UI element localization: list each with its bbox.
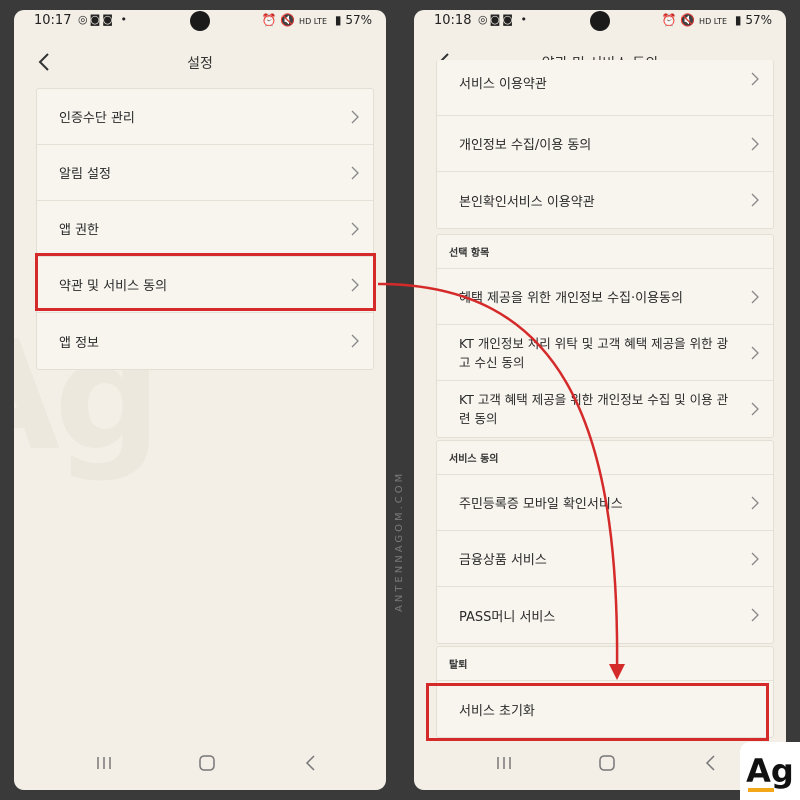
settings-item-terms[interactable]: 약관 및 서비스 동의 [37,257,373,313]
chevron-right-icon [751,608,759,622]
service-item-id-check[interactable]: 주민등록증 모바일 확인서비스 [437,475,773,531]
logo-underline [748,788,774,792]
recent-apps-icon[interactable] [96,756,112,770]
alarm-icon: ⏰ [661,13,677,27]
app-header: 설정 [14,40,386,86]
settings-item-permissions[interactable]: 앱 권한 [37,201,373,257]
optional-terms-card: 선택 항목 혜택 제공을 위한 개인정보 수집·이용동의 KT 개인정보 처리 … [436,234,774,438]
signal-icon: ▮ [334,13,342,27]
service-terms-card: 서비스 동의 주민등록증 모바일 확인서비스 금융상품 서비스 PASS머니 서… [436,440,774,644]
chevron-right-icon [751,72,759,85]
withdraw-card: 탈퇴 서비스 초기화 [436,646,774,738]
settings-item-auth[interactable]: 인증수단 관리 [37,89,373,145]
battery-level: 57% [745,13,772,27]
chevron-right-icon [751,402,759,416]
chevron-right-icon [751,496,759,509]
home-icon[interactable] [198,754,216,772]
settings-item-label: 약관 및 서비스 동의 [59,279,168,294]
terms-item-label: KT 고객 혜택 제공을 위한 개인정보 수집 및 이용 관련 동의 [459,392,729,426]
system-nav-bar [414,738,786,790]
reset-service-label: 서비스 초기화 [459,703,535,719]
camera-cutout [190,11,210,31]
service-item-pass-money[interactable]: PASS머니 서비스 [437,587,773,643]
settings-list: 인증수단 관리 알림 설정 앱 권한 약관 및 서비스 동의 앱 정보 [36,88,374,370]
chevron-right-icon [751,193,759,207]
terms-item-label: 본인확인서비스 이용약관 [459,194,595,210]
camera-cutout [590,11,610,31]
nav-back-icon[interactable] [304,754,316,772]
service-item-finance[interactable]: 금융상품 서비스 [437,531,773,587]
status-time: 10:17 [34,13,72,28]
terms-item-privacy[interactable]: 개인정보 수집/이용 동의 [437,116,773,172]
signal-icon: ▮ [734,13,742,27]
terms-item-label: KT 개인정보 처리 위탁 및 고객 혜택 제공을 위한 광고 수신 동의 [459,335,729,370]
terms-item-benefit-privacy[interactable]: 혜택 제공을 위한 개인정보 수집·이용동의 [437,269,773,325]
required-terms-card: 서비스 이용약관 개인정보 수집/이용 동의 본인확인서비스 이용약관 [436,60,774,229]
settings-item-label: 알림 설정 [59,167,111,182]
network-label: HD LTE [299,17,328,26]
alarm-icon: ⏰ [261,13,277,27]
chevron-right-icon [751,290,759,303]
nav-back-icon[interactable] [704,754,716,772]
system-nav-bar [14,738,386,790]
network-label: HD LTE [699,17,728,26]
chevron-right-icon [351,278,359,291]
status-bar: 10:17 ◎◙◙ • ⏰ 🔇 HD LTE ▮ 57% [14,10,386,32]
battery-level: 57% [345,13,372,27]
status-right: ⏰ 🔇 HD LTE ▮ 57% [661,13,772,27]
section-title: 선택 항목 [437,235,773,269]
status-time: 10:18 [434,13,472,28]
service-item-label: PASS머니 서비스 [459,609,556,625]
chevron-right-icon [751,552,759,565]
terms-item-label: 개인정보 수집/이용 동의 [459,138,592,153]
status-right: ⏰ 🔇 HD LTE ▮ 57% [261,13,372,27]
settings-item-notifications[interactable]: 알림 설정 [37,145,373,201]
settings-item-label: 인증수단 관리 [59,111,135,126]
terms-screen: 10:18 ◎◙◙ • ⏰ 🔇 HD LTE ▮ 57% 약관 및 서비스 동의… [414,10,786,790]
section-title: 탈퇴 [437,647,773,681]
chevron-right-icon [351,110,359,123]
terms-item-label: 혜택 제공을 위한 개인정보 수집·이용동의 [459,291,683,306]
mute-icon: 🔇 [680,13,696,27]
terms-item-identity[interactable]: 본인확인서비스 이용약관 [437,172,773,228]
service-item-label: 주민등록증 모바일 확인서비스 [459,497,623,512]
settings-item-app-info[interactable]: 앱 정보 [37,313,373,369]
status-bar: 10:18 ◎◙◙ • ⏰ 🔇 HD LTE ▮ 57% [414,10,786,32]
terms-item-kt-consignment[interactable]: KT 개인정보 처리 위탁 및 고객 혜택 제공을 위한 광고 수신 동의 [437,325,773,381]
chevron-right-icon [351,166,359,179]
ag-logo: Ag [740,742,800,800]
chevron-right-icon [351,222,359,235]
terms-item-service[interactable]: 서비스 이용약관 [437,60,773,116]
notification-icons: ◎◙◙ • [478,13,529,26]
reset-service-button[interactable]: 서비스 초기화 [437,681,773,737]
chevron-right-icon [351,334,359,348]
page-title: 설정 [187,56,213,72]
logo-text: Ag [746,752,794,790]
recent-apps-icon[interactable] [496,756,512,770]
settings-screen: Ag 10:17 ◎◙◙ • ⏰ 🔇 HD LTE ▮ 57% 설정 인증수단 … [14,10,386,790]
terms-item-kt-benefit[interactable]: KT 고객 혜택 제공을 위한 개인정보 수집 및 이용 관련 동의 [437,381,773,437]
chevron-right-icon [751,137,759,150]
section-title: 서비스 동의 [437,441,773,475]
site-watermark: ANTENNAGOM.COM [394,470,405,612]
home-icon[interactable] [598,754,616,772]
service-item-label: 금융상품 서비스 [459,553,547,568]
mute-icon: 🔇 [280,13,296,27]
notification-icons: ◎◙◙ • [78,13,129,26]
chevron-right-icon [751,346,759,359]
settings-item-label: 앱 정보 [59,335,100,351]
settings-item-label: 앱 권한 [59,223,100,238]
terms-item-label: 서비스 이용약관 [459,77,547,92]
